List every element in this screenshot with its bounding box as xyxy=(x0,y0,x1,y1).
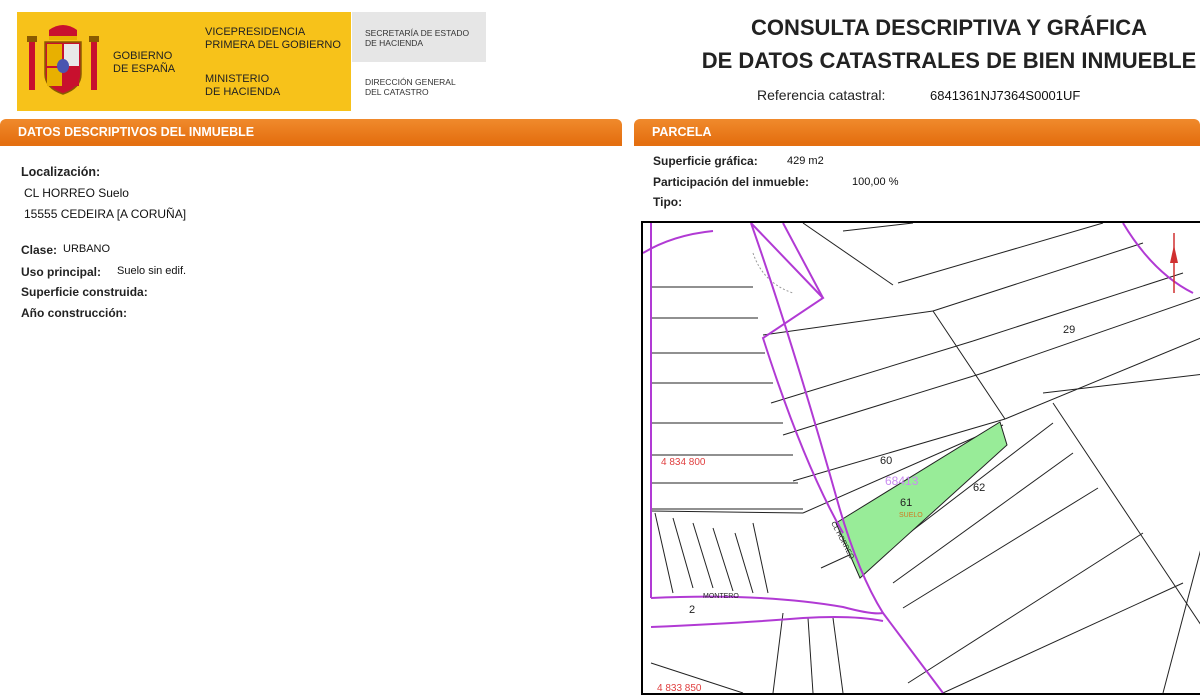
localizacion-label: Localización: xyxy=(21,165,101,179)
parcel-number: 62 xyxy=(973,482,985,494)
gobierno-label: GOBIERNO DE ESPAÑA xyxy=(113,50,176,75)
participacion-value: 100,00 % xyxy=(852,176,899,188)
cadastral-map[interactable]: 4 834 800 4 833 850 68413 29 60 61 62 2 … xyxy=(641,221,1200,695)
section-divider xyxy=(0,143,622,146)
map-coordinate-label: 4 833 850 xyxy=(657,683,702,693)
uso-value: Suelo sin edif. xyxy=(117,265,187,277)
section-header-datos: DATOS DESCRIPTIVOS DEL INMUEBLE xyxy=(0,119,622,143)
parcel-number: 61 xyxy=(900,497,912,509)
clase-value: URBANO xyxy=(63,243,111,255)
ref-catastral-value: 6841361NJ7364S0001UF xyxy=(930,88,1081,103)
uso-label: Uso principal: xyxy=(21,265,102,279)
section-header-parcela: PARCELA xyxy=(634,119,1200,143)
tipo-label: Tipo: xyxy=(653,195,683,209)
block-id-label: 68413 xyxy=(885,474,919,488)
highlighted-parcel xyxy=(835,421,1008,579)
superficie-grafica-value: 429 m2 xyxy=(787,155,824,167)
street-name: MONTERO xyxy=(703,593,739,600)
superficie-grafica-label: Superficie gráfica: xyxy=(653,154,758,168)
section-divider xyxy=(634,143,1200,146)
address-line1: CL HORREO Suelo xyxy=(24,186,129,200)
parcel-number: 29 xyxy=(1063,324,1075,336)
coat-of-arms-icon xyxy=(27,25,99,95)
ministerio-label: MINISTERIO DE HACIENDA xyxy=(205,73,281,98)
participacion-label: Participación del inmueble: xyxy=(653,175,810,189)
ref-catastral-label: Referencia catastral: xyxy=(757,87,886,103)
superficie-construida-label: Superficie construida: xyxy=(21,285,148,299)
direccion-label: DIRECCIÓN GENERAL DEL CATASTRO xyxy=(365,77,456,97)
map-coordinate-label: 4 834 800 xyxy=(661,457,706,468)
secretaria-label: SECRETARÍA DE ESTADO DE HACIENDA xyxy=(365,28,470,48)
vicepresidencia-label: VICEPRESIDENCIA PRIMERA DEL GOBIERNO xyxy=(205,26,341,51)
parcel-number: 60 xyxy=(880,455,892,467)
page-title-line1: CONSULTA DESCRIPTIVA Y GRÁFICA xyxy=(750,15,1148,40)
clase-label: Clase: xyxy=(21,243,58,257)
parcel-number: 2 xyxy=(689,604,695,616)
address-line2: 15555 CEDEIRA [A CORUÑA] xyxy=(24,207,187,221)
suelo-label: SUELO xyxy=(899,512,923,519)
anio-construccion-label: Año construcción: xyxy=(21,306,128,320)
page-title-line2: DE DATOS CATASTRALES DE BIEN INMUEBLE xyxy=(701,48,1197,73)
